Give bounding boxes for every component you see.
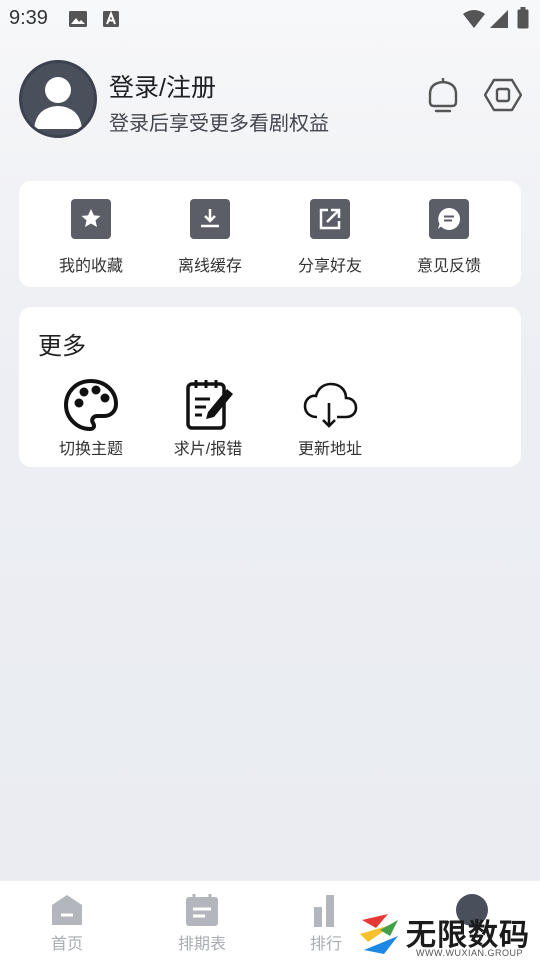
nav-schedule[interactable]: 排期表	[147, 893, 257, 954]
nav-home-label: 首页	[50, 936, 83, 953]
request-report-button[interactable]: 求片/报错	[156, 379, 260, 459]
text-a-icon	[103, 10, 119, 27]
login-register-link[interactable]: 登录/注册	[109, 68, 216, 104]
share-icon	[310, 199, 350, 239]
palette-icon	[63, 379, 119, 431]
avatar-person-icon	[34, 77, 82, 129]
login-subtitle: 登录后享受更多看剧权益	[109, 113, 329, 135]
feedback-button[interactable]: 意见反馈	[399, 199, 499, 276]
share-friends-button[interactable]: 分享好友	[280, 199, 380, 276]
update-address-button[interactable]: 更新地址	[278, 379, 382, 459]
feedback-label: 意见反馈	[416, 258, 481, 275]
settings-hexagon-icon[interactable]	[484, 76, 522, 114]
avatar[interactable]	[19, 60, 97, 138]
watermark-emblem-icon	[360, 914, 398, 954]
status-time: 9:39	[9, 7, 48, 29]
star-icon	[71, 199, 111, 239]
signal-icon	[490, 10, 508, 28]
update-address-label: 更新地址	[297, 441, 362, 458]
nav-home[interactable]: 首页	[12, 893, 122, 954]
offline-cache-label: 离线缓存	[177, 258, 242, 275]
request-report-label: 求片/报错	[173, 441, 243, 458]
more-card: 更多 切换主题 求片/报错 更新地址	[19, 307, 521, 467]
cloud-download-icon	[303, 382, 358, 428]
message-icon	[429, 199, 469, 239]
nav-schedule-label: 排期表	[177, 936, 226, 953]
more-section-title: 更多	[38, 333, 86, 360]
favorites-button[interactable]: 我的收藏	[41, 199, 141, 276]
switch-theme-label: 切换主题	[58, 441, 123, 458]
watermark-logo: 无限数码 WWW.WUXIAN.GROUP	[354, 906, 540, 960]
battery-icon	[517, 7, 529, 29]
status-bar: 9:39	[0, 0, 540, 36]
notepad-edit-icon	[186, 380, 233, 430]
watermark-subtext: WWW.WUXIAN.GROUP	[416, 948, 523, 958]
home-icon	[52, 895, 82, 925]
switch-theme-button[interactable]: 切换主题	[39, 379, 143, 459]
calendar-icon	[186, 894, 218, 926]
image-icon	[69, 11, 87, 27]
download-icon	[190, 199, 230, 239]
favorites-label: 我的收藏	[58, 258, 123, 275]
share-friends-label: 分享好友	[297, 258, 362, 275]
wifi-icon	[463, 10, 485, 28]
quick-actions-card: 我的收藏 离线缓存 分享好友 意见反馈	[19, 181, 521, 287]
ranking-icon	[314, 895, 334, 927]
offline-cache-button[interactable]: 离线缓存	[160, 199, 260, 276]
tv-icon[interactable]	[424, 76, 462, 114]
